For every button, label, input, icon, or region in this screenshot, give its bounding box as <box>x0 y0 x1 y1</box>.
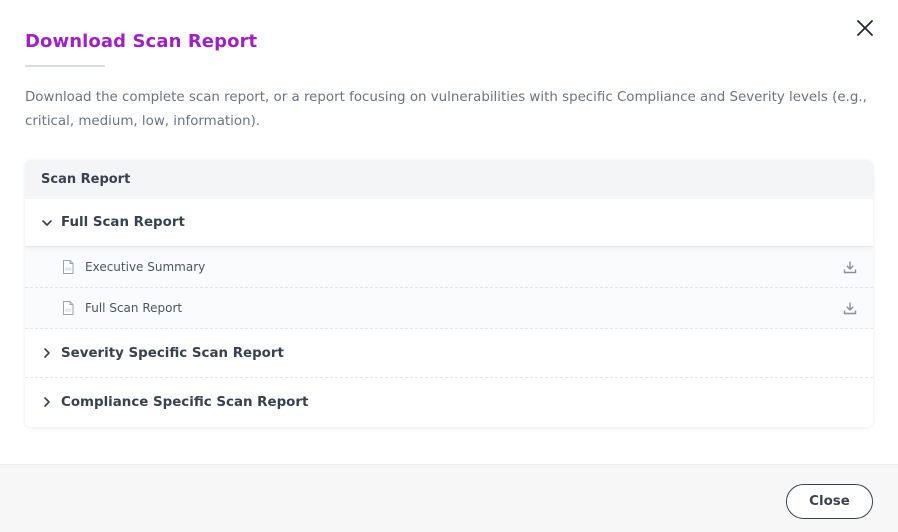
group-row-severity-specific-scan-report[interactable]: Severity Specific Scan Report <box>25 329 873 378</box>
close-icon[interactable] <box>853 16 877 40</box>
dialog-footer <box>0 464 898 532</box>
group-row-compliance-specific-scan-report[interactable]: Compliance Specific Scan Report <box>25 378 873 426</box>
list-item: Full Scan Report <box>25 288 873 329</box>
chevron-right-icon <box>41 347 53 359</box>
download-icon[interactable] <box>843 260 857 274</box>
pdf-file-icon <box>61 259 75 275</box>
item-label: Executive Summary <box>85 260 206 274</box>
group-label: Compliance Specific Scan Report <box>61 394 309 410</box>
table-header: Scan Report <box>25 160 873 199</box>
chevron-right-icon <box>41 396 53 408</box>
dialog-title: Download Scan Report <box>25 31 258 52</box>
dialog-description: Download the complete scan report, or a … <box>25 90 867 129</box>
download-scan-report-dialog: Download Scan Report Download the comple… <box>0 0 898 532</box>
chevron-down-icon <box>41 217 53 229</box>
group-row-full-scan-report[interactable]: Full Scan Report <box>25 199 873 247</box>
list-item: Executive Summary <box>25 247 873 288</box>
title-underline <box>25 65 105 67</box>
scan-report-table: Scan Report Full Scan Report Executive S <box>25 160 873 427</box>
download-icon[interactable] <box>843 301 857 315</box>
group-label: Severity Specific Scan Report <box>61 345 284 361</box>
full-scan-report-items: Executive Summary Full Scan Report <box>25 247 873 329</box>
item-label: Full Scan Report <box>85 301 183 315</box>
close-button[interactable]: Close <box>786 484 873 519</box>
group-label: Full Scan Report <box>61 215 185 230</box>
pdf-file-icon <box>61 300 75 316</box>
